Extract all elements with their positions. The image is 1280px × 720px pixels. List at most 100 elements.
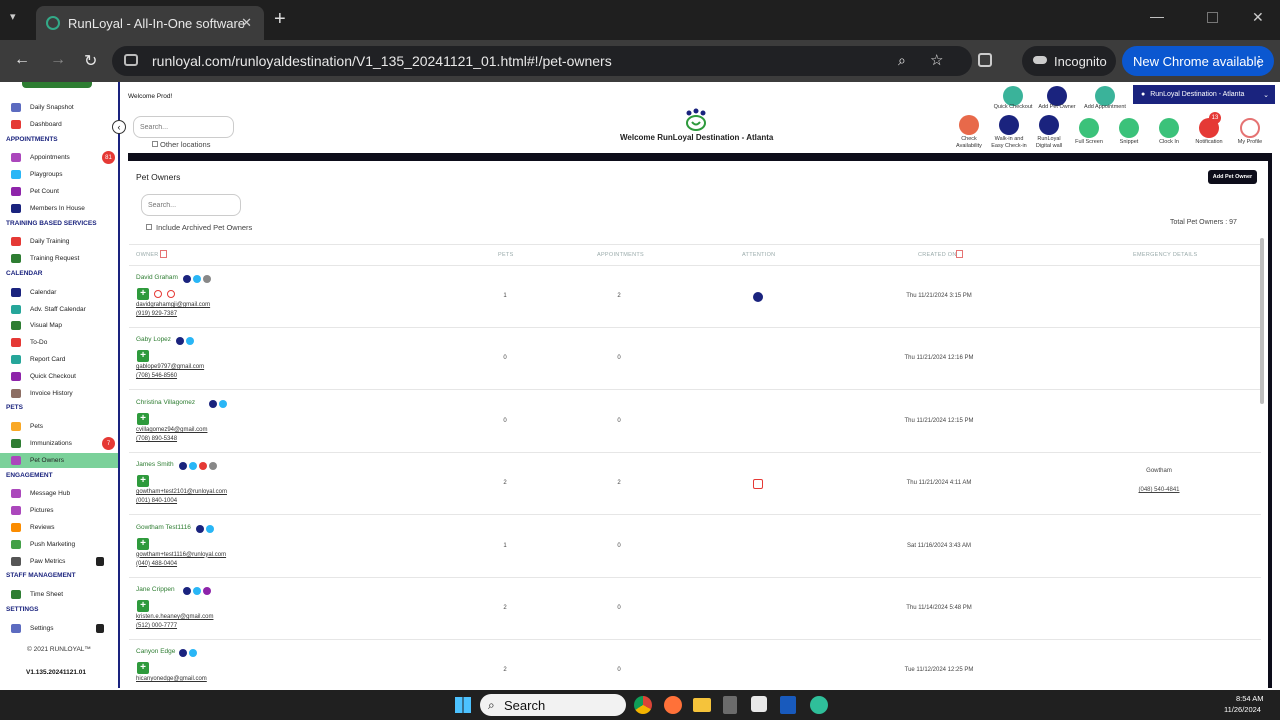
extensions-icon[interactable] [978,53,992,67]
minimize-window-button[interactable]: — [1150,8,1164,24]
owner-person-icon[interactable] [179,649,188,658]
add-icon[interactable]: + [137,600,149,612]
sidebar-item-pictures[interactable]: Pictures [0,503,118,518]
edge-app-icon[interactable] [810,696,828,714]
owner-name[interactable]: Gaby Lopez [136,336,171,343]
table-row[interactable]: Gaby Lopez + gablope9797@gmail.com (708) 54… [129,328,1261,391]
close-tab-icon[interactable]: ✕ [241,15,252,31]
collapse-sidebar-icon[interactable]: ‹ [112,120,126,134]
owner-phone[interactable]: (040) 488-0404 [136,561,177,567]
owner-person-icon[interactable] [209,399,217,408]
calculator-icon[interactable] [723,696,737,714]
sidebar-item-settings[interactable]: Settings [0,621,118,636]
sidebar-item-calendar[interactable]: Calendar [0,285,118,300]
sidebar-item-daily-snapshot[interactable]: Daily Snapshot [0,100,118,115]
table-row[interactable]: James Smith + gowtham+test2101@runloyal.co… [129,453,1261,516]
add-icon[interactable]: + [137,412,149,425]
new-chrome-available-button[interactable]: New Chrome available ⋮ [1122,46,1274,76]
table-row[interactable]: Christina Villagomez + cvillagomez94@gmail… [129,391,1261,453]
add-pet-owner-button[interactable]: Add Pet Owner [1208,170,1257,184]
walk-in-check-in-icon[interactable] [999,115,1019,135]
file-explorer-icon[interactable] [693,698,711,712]
chat-icon[interactable] [219,399,227,408]
owner-phone[interactable]: (708) 890-5348 [136,436,177,442]
clock-in-icon[interactable] [1159,118,1179,138]
sidebar-item-time-sheet[interactable]: Time Sheet [0,587,118,602]
tag-icon[interactable] [202,275,211,283]
forward-icon[interactable]: → [50,51,66,69]
sidebar-item-to-do[interactable]: To-Do [0,335,118,350]
chat-icon[interactable] [189,649,198,658]
close-window-button[interactable]: ✕ [1252,9,1264,26]
reload-icon[interactable]: ↻ [84,51,97,71]
maximize-window-button[interactable] [1207,12,1218,23]
firefox-app-icon[interactable] [664,696,682,714]
sidebar-item-adv-staff-calendar[interactable]: Adv. Staff Calendar [0,302,118,317]
snipping-tool-icon[interactable] [751,696,767,712]
new-tab-button[interactable]: + [274,8,286,31]
owner-person-icon[interactable] [179,462,188,471]
sidebar-item-quick-checkout[interactable]: Quick Checkout [0,369,118,384]
alert-icon[interactable] [167,290,175,298]
digital-wall-icon[interactable] [1039,115,1059,135]
table-row[interactable]: David Graham + davidgrahamgji@gmail.com (91… [129,266,1261,328]
check-availability-icon[interactable] [959,115,979,135]
add-icon[interactable]: + [137,537,149,550]
windows-start-icon[interactable] [455,697,471,713]
table-row[interactable]: Gowtham Test1116 + gowtham+test1116@runloy… [129,516,1261,578]
word-app-icon[interactable] [780,696,796,714]
chat-icon[interactable] [189,462,198,471]
owner-phone[interactable]: (919) 929-7387 [136,311,177,317]
owner-name[interactable]: Christina Villagomez [136,399,195,406]
owner-person-icon[interactable] [182,275,191,283]
owner-person-icon[interactable] [182,587,191,595]
sidebar-item-daily-training[interactable]: Daily Training [0,234,118,249]
owner-email[interactable]: gablope9797@gmail.com [136,364,204,370]
chat-icon[interactable] [186,337,194,346]
table-row[interactable]: Jane Crippen + kristen.e.heaney@gmail.com (… [129,578,1261,640]
owner-person-icon[interactable] [195,524,204,533]
pet-owner-search-input[interactable] [141,194,241,216]
chat-icon[interactable] [192,587,201,595]
avatar[interactable] [1240,118,1260,138]
owner-name[interactable]: Jane Crippen [136,586,175,593]
owner-email[interactable]: gowtham+test2101@runloyal.com [136,489,227,495]
address-bar[interactable]: runloyal.com/runloyaldestination/V1_135_… [112,46,972,76]
chat-icon[interactable] [192,275,201,283]
sort-owner-icon[interactable] [160,250,167,258]
site-info-icon[interactable] [124,54,138,66]
location-selector[interactable]: ● RunLoyal Destination - Atlanta ⌄ [1133,85,1275,104]
sidebar-item-reviews[interactable]: Reviews [0,520,118,535]
chrome-app-icon[interactable] [634,696,652,714]
scrollbar[interactable] [1260,238,1264,404]
sidebar-item-pet-count[interactable]: Pet Count [0,184,118,199]
header-search-input[interactable] [133,116,234,138]
snippet-icon[interactable] [1119,118,1139,138]
sidebar-item-dashboard[interactable]: Dashboard [0,117,118,132]
pet-icon[interactable] [209,462,218,471]
owner-phone[interactable]: (708) 546-8560 [136,373,177,379]
sidebar-item-visual-map[interactable]: Visual Map [0,318,118,333]
location-pin-icon[interactable] [753,292,763,302]
owner-email[interactable]: cvillagomez94@gmail.com [136,427,207,433]
sidebar-item-message-hub[interactable]: Message Hub [0,486,118,501]
sidebar-item-invoice-history[interactable]: Invoice History [0,386,118,401]
owner-phone[interactable]: (001) 840-1004 [136,498,177,504]
owner-name[interactable]: Canyon Edge [136,648,175,655]
chat-icon[interactable] [205,524,214,533]
back-icon[interactable]: ← [14,51,30,69]
bookmark-star-icon[interactable]: ☆ [930,51,943,69]
owner-name[interactable]: Gowtham Test1116 [136,524,191,531]
sidebar-item-playgroups[interactable]: Playgroups [0,167,118,182]
note-icon[interactable] [753,479,763,490]
emergency-contact-phone[interactable]: (048) 540-4841 [1124,487,1194,493]
add-appointment-icon[interactable] [1095,86,1115,106]
more-menu-icon[interactable]: ⋮ [1252,53,1266,70]
include-archived-checkbox[interactable] [146,224,152,230]
owner-person-icon[interactable] [176,337,184,346]
owner-email[interactable]: davidgrahamgji@gmail.com [136,302,210,308]
full-screen-icon[interactable] [1079,118,1099,138]
sort-created-icon[interactable] [956,250,963,258]
sidebar-item-report-card[interactable]: Report Card [0,352,118,367]
owner-phone[interactable]: (512) 000-7777 [136,623,177,629]
